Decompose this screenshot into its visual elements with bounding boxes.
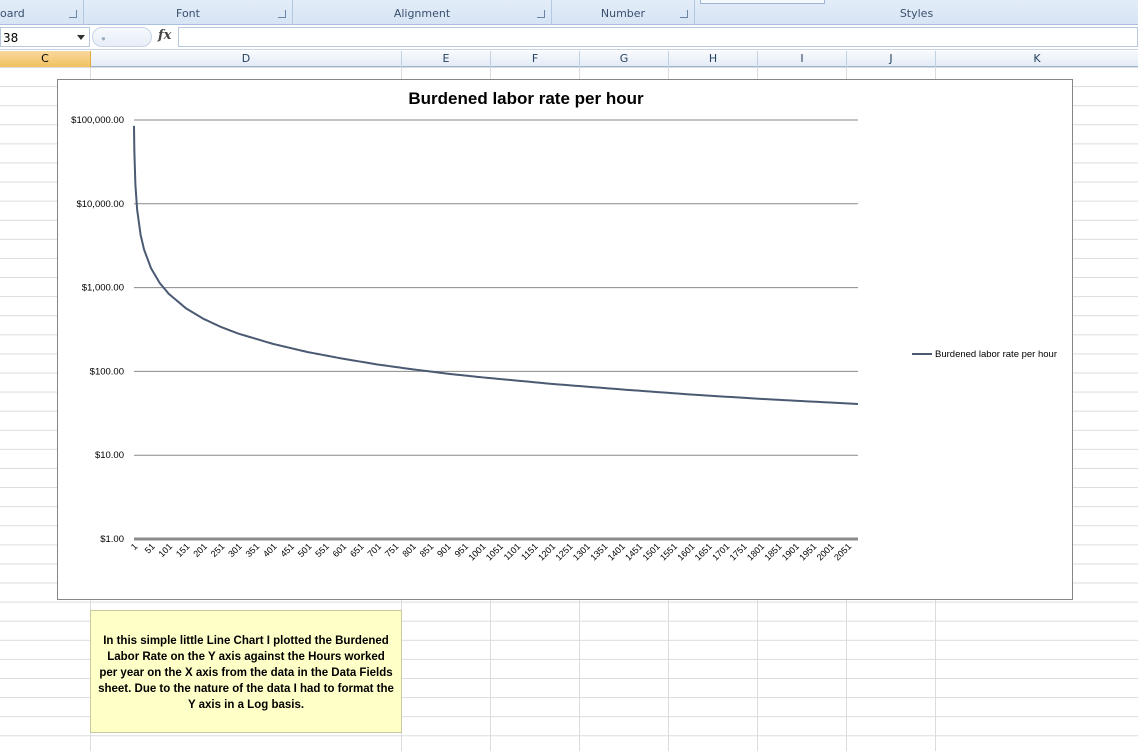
y-tick-label: $1,000.00 (82, 283, 124, 294)
ribbon-group-font: Font (84, 0, 293, 25)
dialog-launcher-icon[interactable] (680, 10, 688, 18)
x-tick-label: 1201 (536, 541, 557, 562)
x-tick-label: 751 (383, 541, 401, 559)
ribbon-group-clipboard: oard (0, 0, 84, 25)
x-tick-label: 1901 (780, 541, 801, 562)
column-header-k[interactable]: K (936, 51, 1138, 67)
x-tick-label: 1001 (466, 541, 487, 562)
ribbon-group-label: Alignment (393, 7, 451, 20)
chevron-down-icon[interactable] (77, 35, 85, 40)
ribbon-group-label: Styles (899, 7, 934, 20)
y-tick-label: $1.00 (100, 534, 124, 545)
excel-window: oard Font Alignment Number Styles 38 ● f… (0, 0, 1138, 751)
x-tick-label: 1651 (693, 541, 714, 562)
y-tick-label: $100,000.00 (71, 115, 124, 126)
ribbon-group-number: Number (552, 0, 695, 25)
x-tick-label: 701 (365, 541, 383, 559)
x-tick-label: 801 (400, 541, 418, 559)
note-text: In this simple little Line Chart I plott… (98, 635, 394, 711)
chart-canvas: Burdened labor rate per hour $100,000.00 $… (71, 89, 1057, 563)
column-header-c[interactable]: C (0, 51, 91, 67)
ribbon-group-label: Font (176, 7, 200, 20)
x-tick-label: 351 (244, 541, 262, 559)
x-tick-label: 101 (157, 541, 175, 559)
x-tick-label: 1101 (502, 541, 523, 562)
line-chart[interactable]: Burdened labor rate per hour $100,000.00 $… (57, 79, 1073, 600)
x-tick-label: 1401 (606, 541, 627, 562)
x-tick-label: 1301 (571, 541, 592, 562)
formula-bar: 38 ● fx (0, 25, 1138, 50)
x-tick-label: 551 (313, 541, 331, 559)
y-tick-label: $10,000.00 (76, 199, 124, 210)
dialog-launcher-icon[interactable] (278, 10, 286, 18)
x-tick-label: 1751 (728, 541, 749, 562)
column-header-j[interactable]: J (847, 51, 936, 67)
x-tick-label: 1 (129, 541, 140, 552)
x-tick-label: 1551 (658, 541, 679, 562)
dialog-launcher-icon[interactable] (69, 10, 77, 18)
series-line (133, 125, 859, 405)
column-headers: C D E F G H I J K (0, 51, 1138, 67)
column-header-e[interactable]: E (402, 51, 491, 67)
x-tick-label: 2001 (815, 541, 836, 562)
column-header-d[interactable]: D (91, 51, 402, 67)
insert-function-icon[interactable]: fx (158, 28, 171, 43)
x-tick-label: 1601 (675, 541, 696, 562)
x-tick-label: 1451 (623, 541, 644, 562)
ribbon-group-labels: oard Font Alignment Number Styles (0, 0, 1138, 25)
ribbon-group-label: Number (600, 7, 646, 20)
x-tick-label: 151 (174, 541, 192, 559)
x-tick-label: 201 (191, 541, 209, 559)
x-tick-label: 601 (331, 541, 349, 559)
x-tick-label: 1251 (553, 541, 574, 562)
cancel-icon: ● (101, 34, 106, 43)
note-cell[interactable]: In this simple little Line Chart I plott… (90, 610, 402, 733)
name-box-value: 38 (3, 31, 19, 45)
formula-input[interactable] (178, 27, 1138, 47)
x-tick-label: 1151 (519, 541, 540, 562)
y-tick-label: $10.00 (95, 450, 124, 461)
x-tick-label: 451 (278, 541, 296, 559)
column-header-g[interactable]: G (580, 51, 669, 67)
x-tick-label: 1951 (797, 541, 818, 562)
y-tick-label: $100.00 (90, 366, 124, 377)
x-tick-label: 1051 (484, 541, 505, 562)
x-tick-label: 401 (261, 541, 279, 559)
legend-label: Burdened labor rate per hour (935, 349, 1057, 360)
x-tick-label: 251 (209, 541, 227, 559)
format-as-table-button-edge[interactable] (700, 0, 825, 4)
x-tick-label: 501 (296, 541, 314, 559)
x-tick-label: 1501 (641, 541, 662, 562)
formula-buttons: ● fx (92, 27, 178, 47)
x-tick-label: 901 (435, 541, 453, 559)
dialog-launcher-icon[interactable] (537, 10, 545, 18)
x-tick-label: 851 (418, 541, 436, 559)
x-tick-label: 1351 (588, 541, 609, 562)
x-tick-label: 1851 (762, 541, 783, 562)
x-tick-label: 1701 (710, 541, 731, 562)
x-tick-label: 651 (348, 541, 366, 559)
formula-cancel-enter-pill[interactable]: ● (92, 27, 152, 47)
column-header-h[interactable]: H (669, 51, 758, 67)
x-tick-label: 301 (226, 541, 244, 559)
column-header-f[interactable]: F (491, 51, 580, 67)
x-tick-label: 2051 (832, 541, 853, 562)
ribbon-group-alignment: Alignment (293, 0, 552, 25)
name-box[interactable]: 38 (0, 27, 90, 47)
x-tick-label: 1801 (745, 541, 766, 562)
chart-title: Burdened labor rate per hour (408, 89, 644, 108)
x-tick-label: 51 (143, 541, 157, 555)
column-header-i[interactable]: I (758, 51, 847, 67)
